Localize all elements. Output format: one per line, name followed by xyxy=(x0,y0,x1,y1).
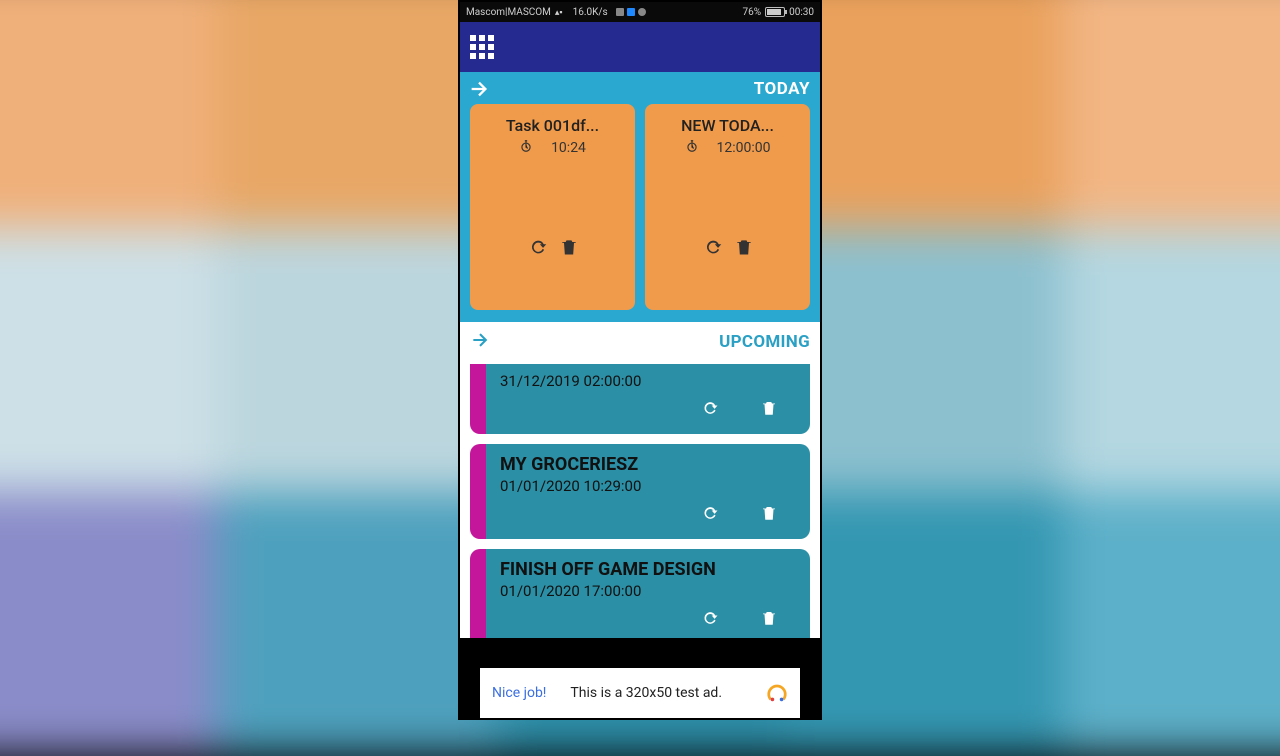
today-card-title: NEW TODA... xyxy=(655,116,800,135)
battery-icon xyxy=(765,7,785,17)
trash-icon[interactable] xyxy=(760,608,778,632)
today-card-time: 10:24 xyxy=(551,140,586,156)
trash-icon[interactable] xyxy=(734,236,754,262)
ad-body-text: This is a 320x50 test ad. xyxy=(570,685,722,701)
today-card-title: Task 001df... xyxy=(480,116,625,135)
refresh-icon[interactable] xyxy=(527,236,549,262)
apps-grid-icon[interactable] xyxy=(470,35,494,59)
carrier-label: Mascom|MASCOM xyxy=(466,7,551,18)
upcoming-card[interactable]: MY GROCERIESZ 01/01/2020 10:29:00 xyxy=(470,444,810,539)
upcoming-section: UPCOMING 31/12/2019 02:00:00 xyxy=(460,322,820,638)
app-header xyxy=(460,22,820,72)
upcoming-card[interactable]: FINISH OFF GAME DESIGN 01/01/2020 17:00:… xyxy=(470,549,810,638)
signal-icon: ▴▪ xyxy=(555,7,563,18)
admob-logo-icon xyxy=(766,682,788,704)
upcoming-expand-arrow-icon[interactable] xyxy=(470,330,490,354)
trash-icon[interactable] xyxy=(559,236,579,262)
status-time-label: 00:30 xyxy=(789,7,814,18)
card-accent-bar xyxy=(470,364,486,434)
ad-headline: Nice job! xyxy=(492,685,546,701)
upcoming-card-datetime: 01/01/2020 17:00:00 xyxy=(500,582,796,600)
phone-frame: Mascom|MASCOM ▴▪ 16.0K/s 76% 00:30 TODAY xyxy=(460,2,820,718)
card-accent-bar xyxy=(470,549,486,638)
upcoming-card-datetime: 31/12/2019 02:00:00 xyxy=(500,372,796,390)
status-indicator-icons xyxy=(616,8,646,16)
upcoming-card-title: FINISH OFF GAME DESIGN xyxy=(500,559,796,580)
today-card-time: 12:00:00 xyxy=(717,140,771,156)
upcoming-section-title: UPCOMING xyxy=(719,332,810,352)
card-accent-bar xyxy=(470,444,486,539)
upcoming-card-datetime: 01/01/2020 10:29:00 xyxy=(500,477,796,495)
upcoming-card[interactable]: 31/12/2019 02:00:00 xyxy=(470,364,810,434)
today-expand-arrow-icon[interactable] xyxy=(468,78,490,100)
android-status-bar: Mascom|MASCOM ▴▪ 16.0K/s 76% 00:30 xyxy=(460,2,820,22)
upcoming-card-title: MY GROCERIESZ xyxy=(500,454,796,475)
trash-icon[interactable] xyxy=(760,503,778,527)
refresh-icon[interactable] xyxy=(702,236,724,262)
trash-icon[interactable] xyxy=(760,398,778,422)
battery-percent-label: 76% xyxy=(743,7,762,18)
refresh-icon[interactable] xyxy=(700,398,720,422)
ad-banner[interactable]: Nice job! This is a 320x50 test ad. xyxy=(460,668,820,718)
refresh-icon[interactable] xyxy=(700,503,720,527)
today-card[interactable]: Task 001df... 10:24 xyxy=(470,104,635,310)
refresh-icon[interactable] xyxy=(700,608,720,632)
network-speed-label: 16.0K/s xyxy=(573,7,608,18)
stopwatch-icon xyxy=(519,139,533,157)
today-section-title: TODAY xyxy=(754,79,810,99)
stopwatch-icon xyxy=(685,139,699,157)
today-section: TODAY Task 001df... 10:24 xyxy=(460,72,820,322)
today-card[interactable]: NEW TODA... 12:00:00 xyxy=(645,104,810,310)
